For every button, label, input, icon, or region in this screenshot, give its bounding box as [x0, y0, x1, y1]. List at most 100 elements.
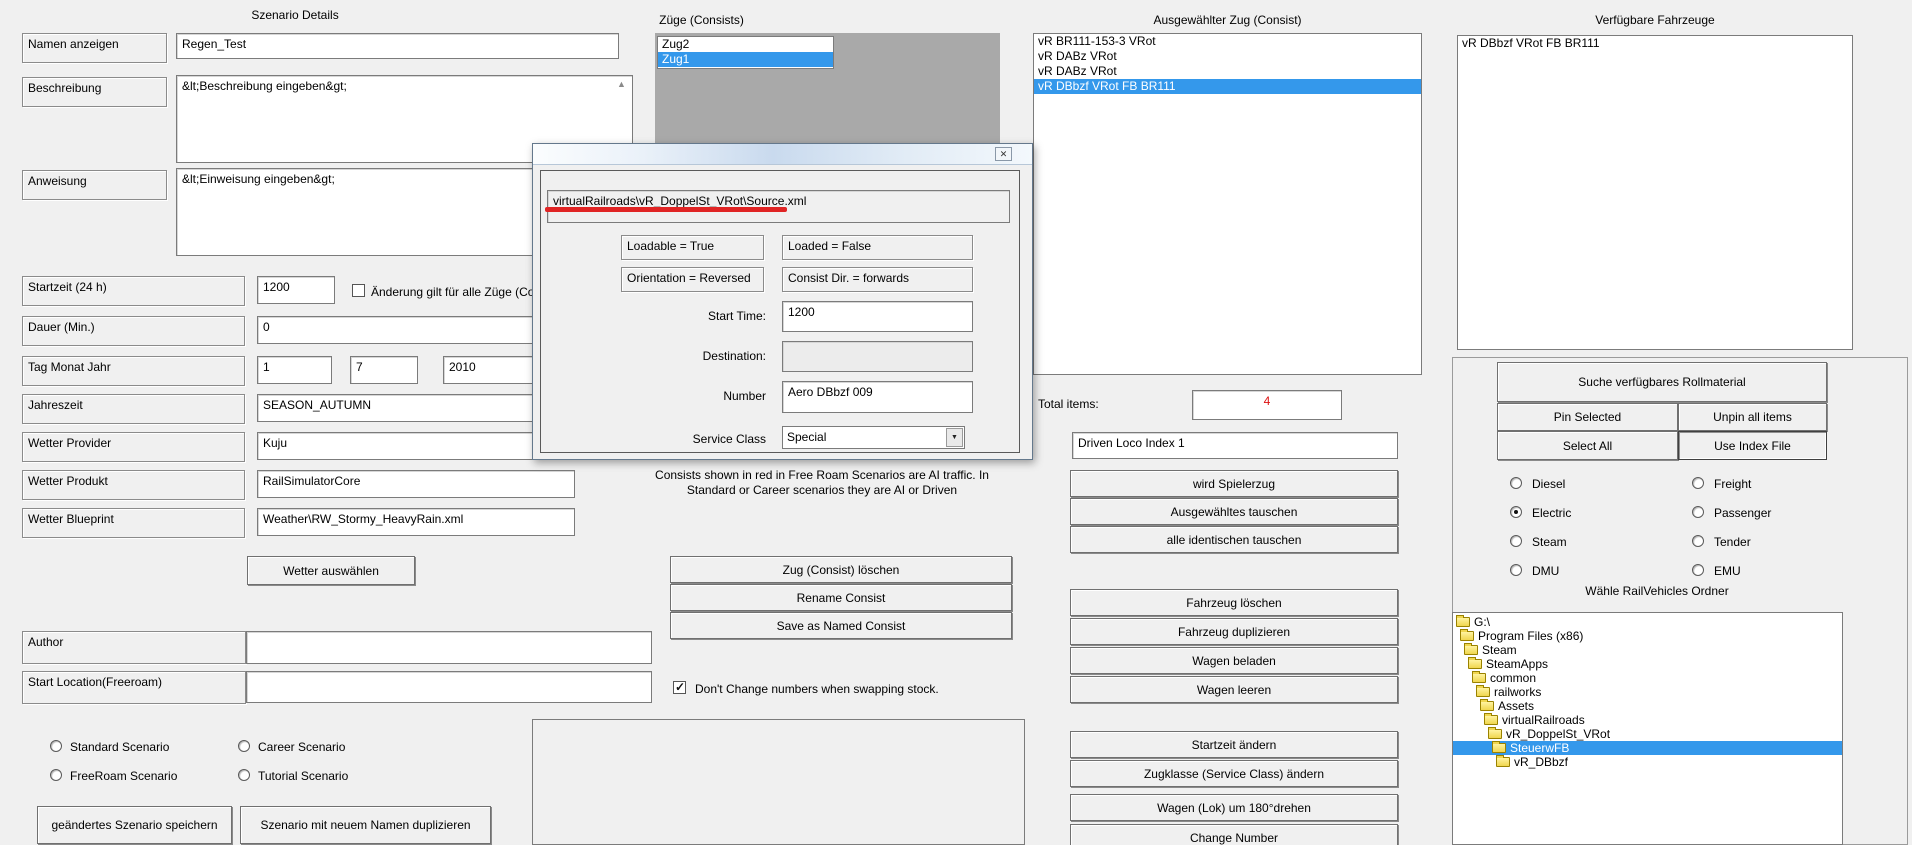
list-item[interactable]: vR DABz VRot — [1034, 64, 1421, 79]
available-vehicles-list[interactable]: vR DBbzf VRot FB BR111 — [1457, 35, 1853, 350]
dialog-start-time-input[interactable]: 1200 — [782, 301, 973, 332]
weather-product-input[interactable]: RailSimulatorCore — [257, 470, 575, 498]
date-label: Tag Monat Jahr — [22, 356, 245, 386]
tree-item[interactable]: G:\ — [1453, 615, 1842, 629]
list-item[interactable]: Zug1 — [658, 52, 833, 67]
weather-provider-label: Wetter Provider — [22, 432, 245, 462]
dialog-number-input[interactable]: Aero DBbzf 009 — [782, 381, 973, 413]
dont-change-numbers-checkbox[interactable] — [673, 680, 686, 694]
dialog-destination-input[interactable] — [782, 341, 973, 372]
year-input[interactable]: 2010 — [443, 356, 535, 384]
tree-item[interactable]: SteuerwFB — [1453, 741, 1842, 755]
delete-consist-button[interactable]: Zug (Consist) löschen — [670, 556, 1012, 583]
description-label: Beschreibung — [22, 77, 167, 107]
choose-weather-button[interactable]: Wetter auswählen — [247, 556, 415, 585]
tree-item[interactable]: Assets — [1453, 699, 1842, 713]
tree-item[interactable]: virtualRailroads — [1453, 713, 1842, 727]
swap-selected-button[interactable]: Ausgewähltes tauschen — [1070, 498, 1398, 525]
change-service-class-button[interactable]: Zugklasse (Service Class) ändern — [1070, 760, 1398, 787]
start-location-input[interactable] — [246, 671, 652, 703]
diesel-radio[interactable] — [1510, 477, 1522, 489]
season-input[interactable]: SEASON_AUTUMN — [257, 394, 535, 422]
standard-scenario-radio[interactable] — [50, 740, 62, 752]
tree-item[interactable]: Program Files (x86) — [1453, 629, 1842, 643]
consists-list[interactable]: Zug2 Zug1 — [657, 36, 834, 69]
tree-item[interactable]: common — [1453, 671, 1842, 685]
unpin-all-button[interactable]: Unpin all items — [1678, 403, 1827, 431]
change-start-time-button[interactable]: Startzeit ändern — [1070, 731, 1398, 758]
pin-selected-button[interactable]: Pin Selected — [1497, 403, 1678, 431]
railvehicles-folder-tree[interactable]: G:\ Program Files (x86) Steam SteamApps comm… — [1452, 612, 1843, 845]
tree-item-label: vR_DBbzf — [1514, 755, 1569, 769]
scroll-up-icon[interactable]: ▲ — [617, 79, 626, 89]
steam-radio[interactable] — [1510, 535, 1522, 547]
list-item[interactable]: vR DBbzf VRot FB BR111 — [1034, 79, 1421, 94]
month-input[interactable]: 7 — [350, 356, 418, 384]
start-time-label: Startzeit (24 h) — [22, 276, 245, 306]
driven-loco-info: Driven Loco Index 1 — [1072, 432, 1398, 459]
weather-blueprint-input[interactable]: Weather\RW_Stormy_HeavyRain.xml — [257, 508, 575, 536]
selected-consist-list[interactable]: vR BR111-153-3 VRot vR DABz VRot vR DABz V… — [1033, 33, 1422, 375]
display-name-input[interactable]: Regen_Test — [176, 33, 619, 59]
tutorial-scenario-radio[interactable] — [238, 769, 250, 781]
electric-radio[interactable] — [1510, 506, 1522, 518]
passenger-radio[interactable] — [1692, 506, 1704, 518]
use-index-file-button[interactable]: Use Index File — [1678, 431, 1827, 460]
select-all-button[interactable]: Select All — [1497, 431, 1678, 460]
list-item[interactable]: vR DABz VRot — [1034, 49, 1421, 64]
message-area — [532, 719, 1025, 845]
chevron-down-icon[interactable]: ▼ — [946, 428, 963, 447]
make-player-train-button[interactable]: wird Spielerzug — [1070, 470, 1398, 497]
weather-blueprint-label: Wetter Blueprint — [22, 508, 245, 538]
tree-item-label: Program Files (x86) — [1478, 629, 1584, 643]
start-location-label: Start Location(Freeroam) — [22, 671, 246, 704]
load-wagon-button[interactable]: Wagen beladen — [1070, 647, 1398, 674]
instruction-label: Anweisung — [22, 170, 167, 200]
tree-item[interactable]: vR_DBbzf — [1453, 755, 1842, 769]
available-vehicles-title: Verfügbare Fahrzeuge — [1595, 13, 1715, 27]
career-scenario-label: Career Scenario — [258, 740, 346, 754]
duplicate-vehicle-button[interactable]: Fahrzeug duplizieren — [1070, 618, 1398, 645]
tender-radio[interactable] — [1692, 535, 1704, 547]
emu-radio[interactable] — [1692, 564, 1704, 576]
career-scenario-radio[interactable] — [238, 740, 250, 752]
delete-vehicle-button[interactable]: Fahrzeug löschen — [1070, 589, 1398, 616]
list-item[interactable]: vR BR111-153-3 VRot — [1034, 34, 1421, 49]
list-item[interactable]: vR DBbzf VRot FB BR111 — [1458, 36, 1852, 51]
tree-item-label: SteamApps — [1486, 657, 1549, 671]
search-rolling-stock-button[interactable]: Suche verfügbares Rollmaterial — [1497, 362, 1827, 402]
close-icon[interactable]: ✕ — [995, 147, 1012, 161]
weather-provider-input[interactable]: Kuju — [257, 432, 535, 460]
swap-identical-button[interactable]: alle identischen tauschen — [1070, 526, 1398, 553]
rotate-vehicle-button[interactable]: Wagen (Lok) um 180°drehen — [1070, 794, 1398, 821]
list-item[interactable]: Zug2 — [658, 37, 833, 52]
dialog-start-time-label: Start Time: — [707, 309, 766, 323]
weather-product-label: Wetter Produkt — [22, 470, 245, 500]
tree-item[interactable]: SteamApps — [1453, 657, 1842, 671]
dialog-titlebar[interactable] — [533, 144, 1032, 165]
rename-consist-button[interactable]: Rename Consist — [670, 584, 1012, 611]
day-input[interactable]: 1 — [257, 356, 332, 384]
tree-item[interactable]: railworks — [1453, 685, 1842, 699]
service-class-select[interactable]: Special ▼ — [782, 426, 965, 449]
freight-radio[interactable] — [1692, 477, 1704, 489]
dmu-radio[interactable] — [1510, 564, 1522, 576]
tree-item-label: G:\ — [1474, 615, 1491, 629]
tree-item-label: Steam — [1482, 643, 1517, 657]
tree-item-label: SteuerwFB — [1510, 741, 1570, 755]
change-number-button[interactable]: Change Number — [1070, 824, 1398, 845]
start-time-input[interactable]: 1200 — [257, 276, 335, 304]
save-scenario-button[interactable]: geändertes Szenario speichern — [37, 806, 232, 844]
tree-item[interactable]: vR_DoppelSt_VRot — [1453, 727, 1842, 741]
freeroam-scenario-radio[interactable] — [50, 769, 62, 781]
duplicate-scenario-button[interactable]: Szenario mit neuem Namen duplizieren — [240, 806, 491, 844]
apply-all-consists-label: Änderung gilt für alle Züge (Consist — [371, 285, 560, 299]
tree-item[interactable]: Steam — [1453, 643, 1842, 657]
empty-wagon-button[interactable]: Wagen leeren — [1070, 676, 1398, 703]
steam-label: Steam — [1532, 535, 1567, 549]
apply-all-consists-checkbox[interactable] — [352, 284, 365, 297]
duration-input[interactable]: 0 — [257, 316, 535, 344]
author-input[interactable] — [246, 631, 652, 664]
save-named-consist-button[interactable]: Save as Named Consist — [670, 612, 1012, 639]
folder-icon — [1496, 755, 1510, 767]
